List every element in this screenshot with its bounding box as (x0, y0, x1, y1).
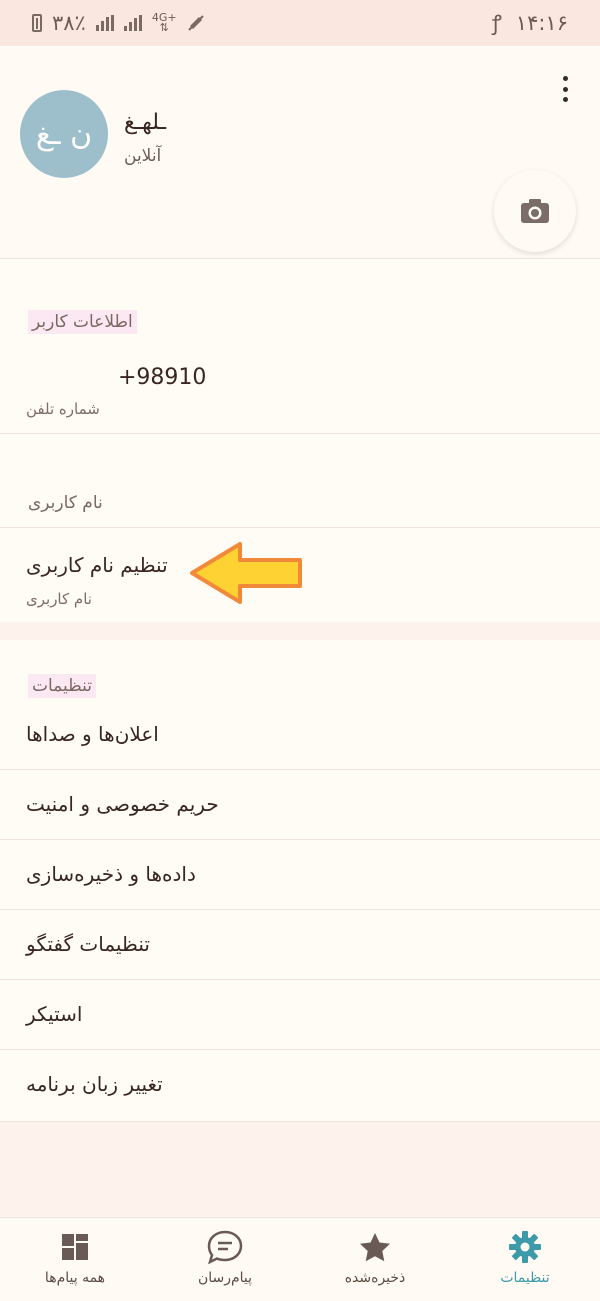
network-type-icon: 4G+ ⇅ (151, 11, 177, 34)
profile-status: آنلاین (124, 146, 162, 166)
profile-name: ـلهـغ (124, 110, 167, 135)
settings-item-stickers[interactable]: استیکر (0, 980, 600, 1050)
star-icon (360, 1233, 390, 1262)
status-time-group: ꝭ ۱۴:۱۶ (492, 9, 568, 37)
battery-percent: ۳۸٪ (52, 11, 86, 35)
nav-item-messenger[interactable]: پیام‌رسان (150, 1218, 300, 1301)
account-section-title: اطلاعات کاربر (28, 310, 137, 334)
nav-label: همه پیام‌ها (44, 1270, 106, 1286)
network-type-label: 4G+ (151, 11, 177, 24)
dashboard-icon (62, 1234, 88, 1260)
settings-item-label: داده‌ها و ذخیره‌سازی (26, 862, 196, 886)
settings-item-language[interactable]: تغییر زبان برنامه (0, 1050, 600, 1122)
settings-item-label: حریم خصوصی و امنیت (26, 792, 219, 816)
nav-item-all-messages[interactable]: همه پیام‌ها (0, 1218, 150, 1301)
username-setting-caption: نام کاربری (26, 590, 92, 608)
nav-item-settings[interactable]: تنظیمات (450, 1218, 600, 1301)
gear-icon (509, 1231, 541, 1263)
nav-label: تنظیمات (500, 1270, 550, 1286)
status-indicators: ۳۸٪ 4G+ ⇅ (32, 11, 205, 35)
divider (0, 433, 600, 434)
status-time: ۱۴:۱۶ (515, 11, 568, 35)
camera-icon (521, 199, 549, 223)
settings-item-label: استیکر (26, 1002, 83, 1026)
signal-icon (95, 15, 114, 31)
mute-icon (187, 15, 204, 31)
settings-item-label: تغییر زبان برنامه (26, 1072, 163, 1096)
settings-item-data-storage[interactable]: داده‌ها و ذخیره‌سازی (0, 840, 600, 910)
carrier-glyph: ꝭ (491, 11, 502, 35)
avatar-initials: ن ـغ (35, 116, 93, 152)
settings-item-notifications[interactable]: اعلان‌ها و صداها (0, 700, 600, 770)
empty-area (0, 1122, 600, 1217)
more-options-icon[interactable] (560, 76, 570, 102)
arrow-annotation-icon (190, 542, 302, 604)
account-section-title-text: اطلاعات کاربر (28, 310, 137, 334)
settings-section-title-text: تنظیمات (28, 674, 96, 698)
settings-item-privacy[interactable]: حریم خصوصی و امنیت (0, 770, 600, 840)
nav-item-saved[interactable]: ذخیره‌شده (300, 1218, 450, 1301)
signal-icon-2 (123, 15, 142, 31)
username-setting-label: تنظیم نام کاربری (26, 553, 168, 577)
status-bar: ۳۸٪ 4G+ ⇅ ꝭ ۱۴:۱۶ (0, 0, 600, 46)
nav-label: ذخیره‌شده (344, 1270, 406, 1286)
phone-number[interactable]: +98910 (118, 365, 206, 390)
avatar[interactable]: ن ـغ (20, 90, 108, 178)
camera-button[interactable] (494, 170, 576, 252)
bottom-nav: همه پیام‌ها پیام‌رسان ذخیره‌شده (0, 1217, 600, 1301)
battery-icon (32, 14, 42, 32)
chat-icon (207, 1230, 243, 1264)
username-section-title: نام کاربری (28, 493, 103, 513)
settings-item-label: تنظیمات گفتگو (26, 932, 150, 956)
settings-item-label: اعلان‌ها و صداها (26, 722, 159, 746)
nav-label: پیام‌رسان (197, 1270, 253, 1286)
settings-item-chat[interactable]: تنظیمات گفتگو (0, 910, 600, 980)
phone-caption: شماره تلفن (26, 400, 100, 418)
section-gap (0, 622, 600, 640)
settings-section-title: تنظیمات (28, 674, 96, 698)
